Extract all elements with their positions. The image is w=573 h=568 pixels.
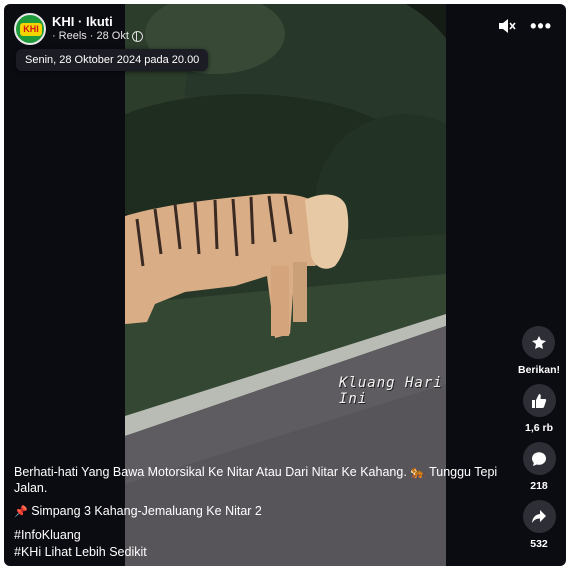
header-text: KHI · Ikuti · Reels · 28 Okt	[52, 14, 143, 44]
date-tooltip: Senin, 28 Oktober 2024 pada 20.00	[16, 49, 209, 71]
comment-count: 218	[530, 480, 548, 492]
like-button[interactable]	[522, 384, 556, 417]
globe-icon	[131, 31, 143, 42]
action-bar: Berikan! 1,6 rb 218 532	[516, 326, 562, 558]
like-icon	[532, 393, 547, 408]
share-count: 532	[530, 538, 548, 550]
page-avatar[interactable]: KHI	[14, 13, 46, 45]
post-date[interactable]: 28 Okt	[96, 29, 128, 44]
follow-link[interactable]: Ikuti	[86, 14, 113, 29]
see-less-link[interactable]: #KHi Lihat Lebih Sedikit	[14, 544, 504, 561]
subtitle-separator-2: ·	[89, 30, 94, 42]
location-text: Simpang 3 Kahang-Jemaluang Ke Nitar 2	[31, 504, 262, 518]
share-icon	[532, 509, 546, 523]
comment-button[interactable]	[522, 442, 556, 475]
more-icon[interactable]: •••	[530, 17, 552, 35]
video-watermark: Kluang Hari Ini	[339, 375, 443, 407]
caption-text: Berhati-hati Yang Bawa Motorsikal Ke Nit…	[14, 465, 498, 495]
like-count: 1,6 rb	[524, 422, 553, 434]
like-action[interactable]: 1,6 rb	[522, 384, 556, 434]
mute-icon[interactable]	[498, 18, 516, 34]
page-logo: KHI	[20, 23, 42, 36]
pin-icon: 📌	[14, 506, 28, 518]
gift-icon	[531, 335, 546, 349]
reel-viewer: Kluang Hari Ini KHI KHI · Ikuti · Reels …	[4, 4, 566, 566]
header-subtitle: · Reels · 28 Okt	[52, 29, 143, 44]
comment-action[interactable]: 218	[522, 442, 556, 492]
gift-action[interactable]: Berikan!	[518, 326, 560, 376]
caption-location: 📌 Simpang 3 Kahang-Jemaluang Ke Nitar 2	[14, 503, 504, 520]
title-separator: ·	[78, 14, 83, 29]
share-button[interactable]	[522, 500, 556, 533]
header-title: KHI · Ikuti	[52, 14, 143, 29]
reel-frame: Kluang Hari Ini KHI KHI · Ikuti · Reels …	[0, 0, 573, 568]
comment-icon	[532, 451, 546, 466]
top-controls: •••	[498, 17, 552, 35]
reel-header: KHI KHI · Ikuti · Reels · 28 Okt	[14, 12, 143, 46]
hashtag-link[interactable]: #InfoKluang	[14, 527, 504, 544]
subtitle-separator: ·	[52, 30, 56, 42]
share-action[interactable]: 532	[522, 500, 556, 550]
gift-label: Berikan!	[517, 364, 560, 376]
page-name[interactable]: KHI	[52, 14, 74, 29]
gift-button[interactable]	[522, 326, 556, 359]
reels-label[interactable]: Reels	[59, 29, 87, 44]
post-caption: Berhati-hati Yang Bawa Motorsikal Ke Nit…	[14, 464, 504, 561]
